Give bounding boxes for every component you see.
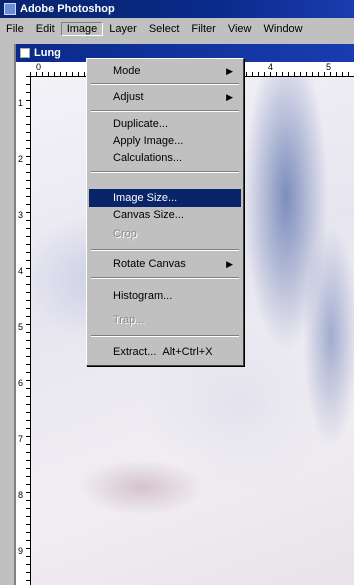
document-title: Lung xyxy=(34,47,61,59)
ruler-label: 5 xyxy=(326,62,332,72)
menu-item-extract[interactable]: Extract... Alt+Ctrl+X xyxy=(89,343,241,361)
submenu-arrow-icon: ▶ xyxy=(226,65,233,76)
ruler-label: 6 xyxy=(18,378,24,388)
menu-separator xyxy=(91,249,239,251)
menu-item-calculations[interactable]: Calculations... xyxy=(89,149,241,167)
menu-separator xyxy=(91,83,239,85)
menu-item-label: Adjust xyxy=(113,91,144,103)
photoshop-logo-icon xyxy=(4,3,16,15)
menu-file[interactable]: File xyxy=(0,23,30,35)
ruler-label: 9 xyxy=(18,546,24,556)
menu-separator xyxy=(91,277,239,279)
ruler-label: 4 xyxy=(268,62,274,72)
menu-item-apply-image[interactable]: Apply Image... xyxy=(89,132,241,150)
ruler-label: 1 xyxy=(18,98,24,108)
menu-bar: File Edit Image Layer Select Filter View… xyxy=(0,18,354,40)
menu-image[interactable]: Image xyxy=(60,22,104,36)
menu-select[interactable]: Select xyxy=(143,23,186,35)
submenu-arrow-icon: ▶ xyxy=(226,91,233,102)
vertical-ruler[interactable]: 1 2 3 4 5 6 7 8 9 xyxy=(16,76,31,585)
menu-item-trap[interactable]: Trap... xyxy=(89,311,241,329)
ruler-label: 7 xyxy=(18,434,24,444)
menu-item-mode[interactable]: Mode ▶ xyxy=(89,62,241,80)
menu-separator xyxy=(91,110,239,112)
menu-item-rotate-canvas[interactable]: Rotate Canvas ▶ xyxy=(89,255,241,273)
app-title-bar[interactable]: Adobe Photoshop xyxy=(0,0,354,18)
menu-item-duplicate[interactable]: Duplicate... xyxy=(89,115,241,133)
menu-item-adjust[interactable]: Adjust ▶ xyxy=(89,88,241,106)
menu-item-crop[interactable]: Crop xyxy=(89,225,241,243)
menu-filter[interactable]: Filter xyxy=(185,23,221,35)
ruler-label: 5 xyxy=(18,322,24,332)
ruler-label: 3 xyxy=(18,210,24,220)
menu-window[interactable]: Window xyxy=(258,23,309,35)
ruler-label: 4 xyxy=(18,266,24,276)
ruler-label: 2 xyxy=(18,154,24,164)
menu-item-shortcut: Alt+Ctrl+X xyxy=(162,346,213,358)
menu-item-histogram[interactable]: Histogram... xyxy=(89,287,241,305)
menu-item-label: Mode xyxy=(113,65,141,77)
document-icon xyxy=(20,48,30,58)
app-title: Adobe Photoshop xyxy=(20,3,115,15)
menu-item-image-size[interactable]: Image Size... xyxy=(89,189,241,207)
ruler-label: 0 xyxy=(36,62,42,72)
menu-view[interactable]: View xyxy=(222,23,258,35)
submenu-arrow-icon: ▶ xyxy=(226,258,233,269)
ruler-label: 8 xyxy=(18,490,24,500)
menu-edit[interactable]: Edit xyxy=(30,23,61,35)
menu-item-label: Extract... xyxy=(113,346,157,358)
menu-item-label: Rotate Canvas xyxy=(113,258,186,270)
menu-layer[interactable]: Layer xyxy=(103,23,143,35)
menu-item-canvas-size[interactable]: Canvas Size... xyxy=(89,206,241,224)
menu-separator xyxy=(91,335,239,337)
image-menu-dropdown: Mode ▶ Adjust ▶ Duplicate... Apply Image… xyxy=(86,58,244,366)
menu-separator xyxy=(91,171,239,173)
